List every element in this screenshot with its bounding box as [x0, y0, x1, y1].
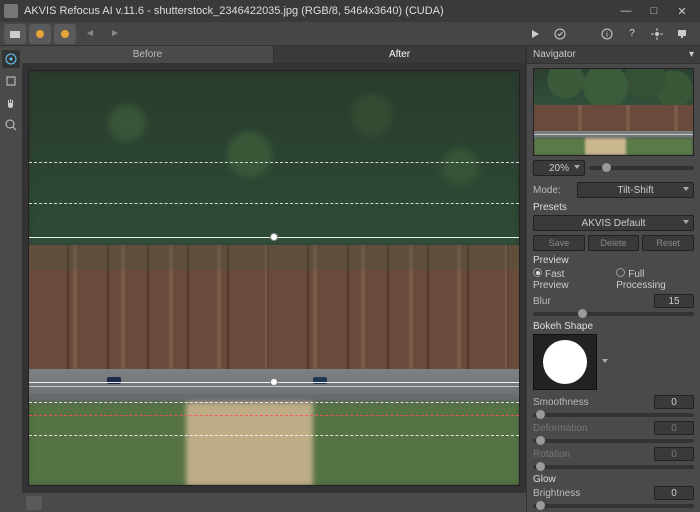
- bokeh-label: Bokeh Shape: [527, 319, 700, 332]
- deformation-slider: [533, 439, 694, 443]
- run-icon[interactable]: [524, 24, 546, 44]
- smoothness-slider[interactable]: [533, 413, 694, 417]
- navigator-header[interactable]: Navigator ▾: [527, 46, 700, 64]
- brightness-slider[interactable]: [533, 504, 694, 508]
- glow-label: Glow: [527, 472, 700, 485]
- open-icon[interactable]: [4, 24, 26, 44]
- full-processing-radio[interactable]: Full Processing: [616, 268, 694, 291]
- tiltshift-inner-bottom[interactable]: [29, 402, 519, 403]
- preview-label: Preview: [527, 253, 700, 266]
- tab-before[interactable]: Before: [22, 46, 274, 63]
- deformation-value: 0: [654, 421, 694, 435]
- workspace: Before After: [22, 46, 526, 512]
- tab-after[interactable]: After: [274, 46, 526, 63]
- blur-label: Blur: [533, 296, 595, 307]
- window-title: AKVIS Refocus AI v.11.6 - shutterstock_2…: [24, 5, 444, 17]
- toolbar: ◄ ► i ?: [0, 22, 700, 46]
- preset-save-button[interactable]: Save: [533, 235, 585, 251]
- before-after-tabs: Before After: [22, 46, 526, 64]
- zoom-tool-icon[interactable]: [2, 116, 20, 134]
- image-preview: [28, 70, 520, 486]
- hand-tool-icon[interactable]: [2, 94, 20, 112]
- tiltshift-inner-top[interactable]: [29, 203, 519, 204]
- tiltshift-handle-bottom[interactable]: [270, 378, 278, 386]
- deformation-label: Deformation: [533, 423, 595, 434]
- info-icon[interactable]: i: [596, 24, 618, 44]
- zoom-slider[interactable]: [589, 166, 694, 170]
- rotation-label: Rotation: [533, 449, 595, 460]
- fast-preview-radio[interactable]: Fast Preview: [533, 268, 601, 291]
- statusbar: [22, 492, 526, 512]
- app-window: AKVIS Refocus AI v.11.6 - shutterstock_2…: [0, 0, 700, 512]
- rotation-slider: [533, 465, 694, 469]
- minimize-button[interactable]: —: [612, 0, 640, 22]
- app-icon: [4, 4, 18, 18]
- export-icon[interactable]: [54, 24, 76, 44]
- canvas[interactable]: [22, 64, 526, 492]
- focus-area-tool-icon[interactable]: [2, 50, 20, 68]
- mode-label: Mode:: [533, 185, 573, 196]
- right-panel: Navigator ▾ 20% Mode: Tilt-Shift Presets…: [526, 46, 700, 512]
- help-icon[interactable]: ?: [621, 24, 643, 44]
- navigator-title: Navigator: [533, 49, 576, 60]
- rotation-value: 0: [654, 447, 694, 461]
- zoom-combo[interactable]: 20%: [533, 160, 585, 176]
- view-single-icon[interactable]: [26, 496, 42, 510]
- preset-combo[interactable]: AKVIS Default: [533, 215, 694, 231]
- batch-icon[interactable]: [29, 24, 51, 44]
- left-toolbar: [0, 46, 22, 512]
- chevron-down-icon: ▾: [689, 49, 694, 60]
- smoothness-value[interactable]: 0: [654, 395, 694, 409]
- blur-slider[interactable]: [533, 312, 694, 316]
- navigator-thumbnail[interactable]: [533, 68, 694, 156]
- smoothness-label: Smoothness: [533, 397, 595, 408]
- brightness-value[interactable]: 0: [654, 486, 694, 500]
- svg-text:i: i: [606, 30, 608, 39]
- eraser-tool-icon[interactable]: [2, 72, 20, 90]
- notify-icon[interactable]: [671, 24, 693, 44]
- tiltshift-red-line[interactable]: [29, 415, 519, 416]
- presets-label: Presets: [527, 200, 700, 213]
- preset-delete-button[interactable]: Delete: [588, 235, 640, 251]
- close-button[interactable]: ✕: [668, 0, 696, 22]
- tiltshift-outer-top[interactable]: [29, 162, 519, 163]
- maximize-button[interactable]: □: [640, 0, 668, 22]
- brightness-label: Brightness: [533, 488, 595, 499]
- settings-icon[interactable]: [646, 24, 668, 44]
- apply-icon[interactable]: [549, 24, 571, 44]
- undo-icon[interactable]: ◄: [79, 24, 101, 44]
- mode-combo[interactable]: Tilt-Shift: [577, 182, 694, 198]
- titlebar: AKVIS Refocus AI v.11.6 - shutterstock_2…: [0, 0, 700, 22]
- blur-value[interactable]: 15: [654, 294, 694, 308]
- tiltshift-handle-top[interactable]: [270, 233, 278, 241]
- circle-icon: [543, 340, 587, 384]
- redo-icon[interactable]: ►: [104, 24, 126, 44]
- preset-reset-button[interactable]: Reset: [642, 235, 694, 251]
- tiltshift-outer-bottom[interactable]: [29, 435, 519, 436]
- bokeh-shape-picker[interactable]: [533, 334, 597, 390]
